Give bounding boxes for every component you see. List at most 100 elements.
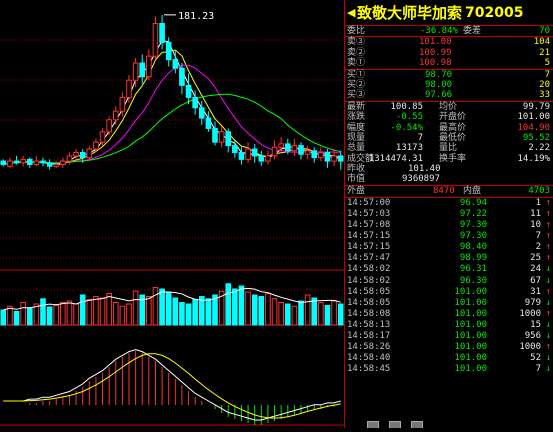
buy-price: 98.70: [425, 69, 453, 80]
tick-row: 14:58:13 101.00 15 ↓: [345, 320, 553, 331]
candle-body: [106, 119, 112, 133]
candle-body: [60, 160, 66, 166]
tick-row: 14:58:26 101.00 1000 ↑: [345, 342, 553, 353]
candle-body: [165, 41, 172, 61]
quote-value: 104.90: [517, 122, 550, 133]
tick-dir: ↓: [545, 330, 551, 341]
tick-time: 14:58:05: [347, 297, 391, 308]
volume-bar: [337, 303, 344, 326]
volume-bar: [106, 293, 112, 326]
quote-value: 2.22: [528, 143, 550, 154]
sell-price: 100.98: [419, 58, 452, 69]
volume-bar: [331, 300, 337, 326]
volume-bar: [205, 298, 212, 326]
ratio-row: 委比 -36.84% 委差 70: [347, 26, 550, 36]
tick-row: 14:58:45 101.00 7 ↓: [345, 364, 553, 375]
volume-bar: [251, 294, 258, 326]
candle-body: [159, 22, 165, 43]
tick-price: 97.22: [459, 208, 487, 219]
tick-row: 14:58:02 96.30 67 ↓: [345, 276, 553, 287]
tick-row: 14:57:47 98.99 25 ↑: [345, 253, 553, 264]
volume-bar: [172, 297, 179, 326]
tick-vol: 1000: [519, 342, 541, 353]
stock-name: 致敬大师毕加索: [357, 4, 463, 22]
tick-vol: 1: [535, 197, 541, 208]
ma-line-20: [3, 93, 341, 165]
tick-dir: ↑: [545, 220, 551, 231]
volume-bar: [232, 288, 238, 326]
candle-body: [13, 160, 20, 164]
tick-price: 98.40: [459, 242, 487, 253]
tick-vol: 10: [530, 220, 541, 231]
quote-value: 14.19%: [517, 153, 550, 164]
kline-chart-area[interactable]: 181.23: [0, 0, 344, 428]
sell-order-row: 卖③ 101.00 104: [347, 37, 550, 48]
buy-order-row: 买① 98.70 7: [347, 69, 550, 80]
candle-body: [73, 151, 79, 157]
volume-bar: [119, 305, 126, 326]
inner-value: 4703: [528, 185, 550, 196]
buy-order-row: 买② 98.00 20: [347, 79, 550, 90]
sell-volume: 21: [539, 47, 550, 58]
sell-volume: 5: [544, 58, 550, 69]
volume-bar: [46, 306, 53, 326]
volume-bar: [112, 302, 119, 326]
candle-body: [40, 160, 46, 164]
quote-value: 7: [417, 132, 423, 143]
candle-body: [152, 22, 159, 57]
quote-row: 总量 13173 量比 2.22: [347, 143, 550, 154]
volume-bar: [126, 303, 132, 326]
tick-dir: ↑: [545, 242, 551, 253]
volume-bar: [159, 288, 165, 326]
market-cap-row: 市值 9360897: [347, 174, 440, 185]
candle-body: [0, 160, 7, 166]
tick-price: 101.00: [454, 297, 487, 308]
buy-price: 97.66: [425, 90, 453, 101]
quote-row: 最新 100.85 均价 99.79: [347, 101, 550, 112]
tick-time: 14:57:08: [347, 220, 391, 231]
stock-code: 702005: [465, 4, 524, 21]
tick-price: 101.00: [454, 286, 487, 297]
tick-price: 97.30: [459, 220, 487, 231]
tick-dir: ↓: [545, 319, 551, 330]
volume-bar: [79, 294, 86, 326]
candle-body: [212, 127, 218, 143]
quote-value: 100.85: [390, 101, 423, 112]
quote-value: 101.00: [517, 112, 550, 123]
candle-body: [291, 145, 298, 152]
volume-bar: [66, 300, 73, 326]
tick-time: 14:58:05: [347, 286, 391, 297]
volume-bar: [132, 290, 139, 326]
tick-list[interactable]: 14:57:00 96.94 1 ↑ 14:57:03 97.22 11 ↑ 14:57:08 9…: [345, 198, 553, 376]
prev-stock-button[interactable]: ◀: [347, 6, 357, 19]
tick-time: 14:58:13: [347, 319, 391, 330]
tick-row: 14:58:05 101.00 979 ↓: [345, 298, 553, 309]
stock-header: ◀ 致敬大师毕加索 702005: [345, 0, 553, 26]
tick-dir: ↑: [545, 342, 551, 353]
candle-body: [225, 131, 232, 147]
tick-dir: ↑: [545, 231, 551, 242]
max-price-label: 181.23: [178, 11, 214, 22]
candle-body: [20, 158, 26, 164]
buy-volume: 20: [539, 79, 550, 90]
tick-vol: 2: [535, 242, 541, 253]
tick-vol: 52: [530, 353, 541, 364]
panel-tab-tab2[interactable]: [389, 421, 401, 428]
volume-bar: [146, 296, 152, 326]
candle-body: [179, 67, 185, 86]
candle-body: [311, 150, 318, 159]
tick-price: 101.00: [454, 319, 487, 330]
candle-body: [265, 155, 271, 162]
tick-price: 97.30: [459, 231, 487, 242]
tick-vol: 1000: [519, 308, 541, 319]
tick-price: 101.00: [454, 342, 487, 353]
panel-tab-tab1[interactable]: [367, 421, 379, 428]
tick-dir: ↓: [545, 364, 551, 375]
sell-price: 100.99: [419, 47, 452, 58]
tick-row: 14:57:15 98.40 2 ↑: [345, 242, 553, 253]
panel-tab-tab3[interactable]: [411, 421, 423, 428]
volume-bar: [225, 283, 232, 326]
kline-svg[interactable]: 181.23: [0, 0, 344, 428]
volume-bar: [192, 299, 198, 326]
quote-panel: ◀ 致敬大师毕加索 702005 委比 -36.84% 委差 70 卖③ 101.…: [344, 0, 553, 428]
